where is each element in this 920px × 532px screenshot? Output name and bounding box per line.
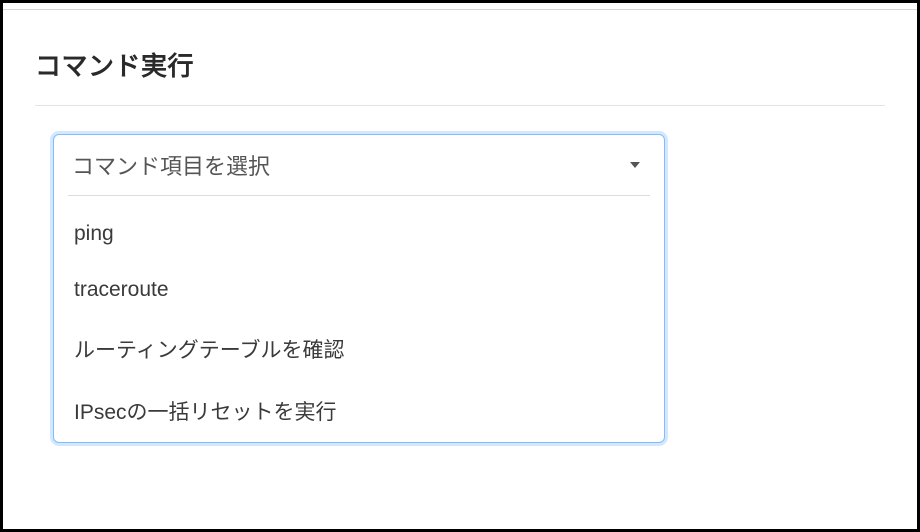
section-title: コマンド実行: [35, 46, 885, 83]
dropdown-placeholder: コマンド項目を選択: [72, 149, 270, 181]
dropdown-options-list: ping traceroute ルーティングテーブルを確認 IPsecの一括リセ…: [54, 196, 664, 442]
dropdown-option-routing-table[interactable]: ルーティングテーブルを確認: [54, 318, 664, 380]
chevron-down-icon: [630, 162, 640, 168]
dropdown-box: コマンド項目を選択 ping traceroute ルーティングテーブルを確認 …: [53, 134, 665, 443]
command-dropdown[interactable]: コマンド項目を選択 ping traceroute ルーティングテーブルを確認 …: [53, 134, 665, 443]
dropdown-option-ping[interactable]: ping: [54, 206, 664, 262]
window-frame: コマンド実行 コマンド項目を選択 ping traceroute ルーティングテ…: [0, 0, 920, 532]
dropdown-option-ipsec-reset[interactable]: IPsecの一括リセットを実行: [54, 380, 664, 442]
title-underline: [35, 105, 885, 106]
dropdown-option-traceroute[interactable]: traceroute: [54, 262, 664, 318]
dropdown-toggle[interactable]: コマンド項目を選択: [54, 135, 664, 195]
content-area: コマンド実行 コマンド項目を選択 ping traceroute ルーティングテ…: [3, 10, 917, 443]
